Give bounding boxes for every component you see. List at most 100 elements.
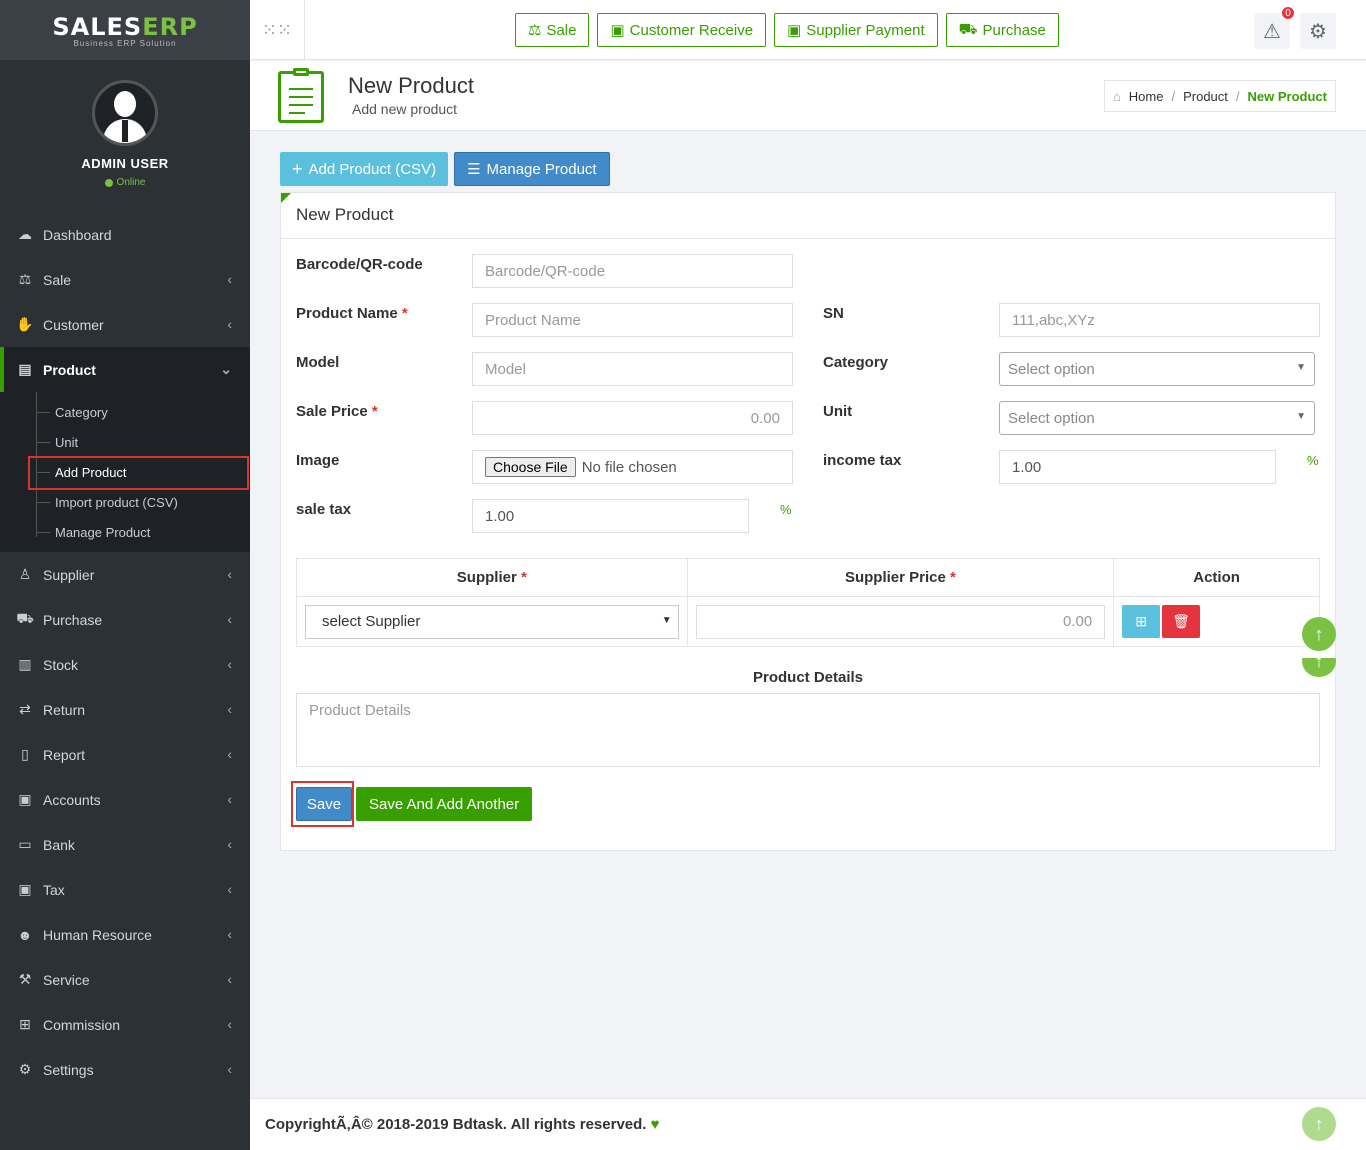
balance-scale-icon: ⚖ bbox=[18, 271, 32, 287]
manage-product-button[interactable]: ☰ Manage Product bbox=[454, 152, 610, 186]
sidebar-item-dashboard[interactable]: ☁ Dashboard bbox=[0, 212, 250, 257]
chevron-left-icon: ‹ bbox=[227, 566, 232, 582]
category-select[interactable]: Select option ▼ bbox=[999, 352, 1315, 386]
income-tax-label: income tax bbox=[823, 452, 902, 469]
supplier-select[interactable]: select Supplier ▼ bbox=[305, 604, 679, 639]
sidebar-item-stock[interactable]: ▥ Stock ‹ bbox=[0, 642, 250, 687]
list-icon: ☰ bbox=[467, 161, 481, 178]
chevron-left-icon: ‹ bbox=[227, 701, 232, 717]
sidebar-item-product[interactable]: ▤ Product ⌄ bbox=[0, 347, 250, 392]
clipboard-icon bbox=[278, 68, 324, 123]
save-and-add-another-button[interactable]: Save And Add Another bbox=[356, 787, 533, 821]
submenu-item-unit[interactable]: Unit bbox=[0, 427, 250, 457]
model-label: Model bbox=[296, 354, 340, 371]
sidebar-item-accounts[interactable]: ▣ Accounts ‹ bbox=[0, 777, 250, 822]
model-input[interactable]: Model bbox=[472, 352, 793, 386]
sale-price-input[interactable]: 0.00 bbox=[472, 401, 793, 435]
sidebar-item-commission[interactable]: ⊞ Commission ‹ bbox=[0, 1002, 250, 1047]
sidebar-item-report[interactable]: ▯ Report ‹ bbox=[0, 732, 250, 777]
sale-tax-percent: % bbox=[780, 502, 792, 517]
add-row-button[interactable]: ⊞ bbox=[1122, 605, 1161, 638]
breadcrumb-home[interactable]: Home bbox=[1129, 89, 1164, 104]
product-name-input[interactable]: Product Name bbox=[472, 303, 793, 337]
submenu-item-category[interactable]: Category bbox=[0, 397, 250, 427]
logo-tagline: Business ERP Solution bbox=[73, 38, 177, 48]
sidebar-item-supplier[interactable]: ♙ Supplier ‹ bbox=[0, 552, 250, 597]
unit-select[interactable]: Select option ▼ bbox=[999, 401, 1315, 435]
brand-logo[interactable]: SALESERP Business ERP Solution bbox=[0, 0, 250, 60]
action-header: Action bbox=[1113, 558, 1320, 597]
user-icon: ♙ bbox=[18, 566, 32, 582]
apps-grid-icon[interactable]: ⁙⁙ bbox=[250, 0, 305, 60]
cart-icon: ⛟ bbox=[16, 610, 34, 626]
submenu-item-manage-product[interactable]: Manage Product bbox=[0, 517, 250, 547]
chevron-left-icon: ‹ bbox=[227, 926, 232, 942]
chevron-left-icon: ‹ bbox=[227, 971, 232, 987]
barcode-input[interactable]: Barcode/QR-code bbox=[472, 254, 793, 288]
image-file-input[interactable]: Choose File No file chosen bbox=[472, 450, 793, 484]
supplier-price-input[interactable]: 0.00 bbox=[695, 604, 1106, 639]
heart-icon: ♥ bbox=[650, 1116, 660, 1133]
gear-icon: ⚙ bbox=[1309, 20, 1327, 43]
notification-button[interactable]: ⚠ 0 bbox=[1254, 5, 1296, 49]
sidebar-item-purchase[interactable]: ⛟ Purchase ‹ bbox=[0, 597, 250, 642]
breadcrumb: ⌂ Home / Product / New Product bbox=[1103, 80, 1336, 112]
sidebar-item-sale[interactable]: ⚖ Sale ‹ bbox=[0, 257, 250, 302]
submenu-item-import-csv[interactable]: Import product (CSV) bbox=[0, 487, 250, 517]
product-name-label: Product Name * bbox=[296, 305, 408, 322]
sale-tax-input[interactable]: 1.00 bbox=[472, 499, 749, 533]
warning-icon: ⚠ bbox=[1263, 20, 1281, 43]
sidebar-item-human-resource[interactable]: ☻ Human Resource ‹ bbox=[0, 912, 250, 957]
sale-tax-label: sale tax bbox=[296, 501, 352, 518]
copyright-text: CopyrightÃ‚Â© 2018-2019 Bdtask. All righ… bbox=[265, 1116, 647, 1133]
settings-button[interactable]: ⚙ bbox=[1300, 13, 1336, 49]
new-product-panel: New Product Barcode/QR-code Barcode/QR-c… bbox=[280, 192, 1336, 851]
back-to-top-icon[interactable]: ↑ bbox=[1302, 1107, 1336, 1141]
sidebar-item-return[interactable]: ⇄ Return ‹ bbox=[0, 687, 250, 732]
supplier-payment-button[interactable]: ▣ Supplier Payment bbox=[774, 13, 938, 47]
shopping-bag-icon: ▤ bbox=[18, 361, 32, 377]
user-status: Online bbox=[104, 177, 145, 188]
book-icon: ▯ bbox=[21, 746, 29, 762]
balance-scale-icon: ⚖ bbox=[528, 22, 542, 39]
breadcrumb-current: New Product bbox=[1247, 88, 1327, 104]
plus-square-icon: ⊞ bbox=[1135, 613, 1148, 629]
sidebar-item-bank[interactable]: ▭ Bank ‹ bbox=[0, 822, 250, 867]
chevron-left-icon: ‹ bbox=[227, 836, 232, 852]
quick-purchase-button[interactable]: ⛟ Purchase bbox=[945, 13, 1059, 47]
product-details-textarea[interactable]: Product Details bbox=[296, 693, 1320, 767]
plus-icon: + bbox=[292, 158, 303, 179]
quick-actions: ⚖ Sale ▣ Customer Receive ▣ Supplier Paymen… bbox=[515, 13, 1059, 47]
sn-input[interactable]: 111,abc,XYz bbox=[999, 303, 1320, 337]
add-product-csv-button[interactable]: + Add Product (CSV) bbox=[280, 152, 449, 186]
supplier-price-header: Supplier Price * bbox=[686, 558, 1115, 597]
image-label: Image bbox=[296, 452, 340, 469]
save-highlight bbox=[291, 781, 354, 827]
money-icon: ▣ bbox=[787, 22, 802, 39]
sidebar-item-service[interactable]: ⚒ Service ‹ bbox=[0, 957, 250, 1002]
income-tax-input[interactable]: 1.00 bbox=[999, 450, 1276, 484]
home-icon: ⌂ bbox=[1112, 88, 1121, 104]
file-status: No file chosen bbox=[581, 458, 677, 476]
sidebar-item-tax[interactable]: ▣ Tax ‹ bbox=[0, 867, 250, 912]
briefcase-icon: ▭ bbox=[18, 836, 32, 852]
chevron-left-icon: ‹ bbox=[227, 746, 232, 762]
sidebar: SALESERP Business ERP Solution ADMIN USE… bbox=[0, 0, 250, 1150]
chevron-left-icon: ‹ bbox=[227, 1016, 232, 1032]
category-label: Category bbox=[823, 354, 889, 371]
chevron-left-icon: ‹ bbox=[227, 271, 232, 287]
retweet-icon: ⇄ bbox=[19, 701, 31, 717]
sidebar-item-settings[interactable]: ⚙ Settings ‹ bbox=[0, 1047, 250, 1092]
customer-receive-button[interactable]: ▣ Customer Receive bbox=[597, 13, 767, 47]
sidebar-item-customer[interactable]: ✋ Customer ‹ bbox=[0, 302, 250, 347]
quick-sale-button[interactable]: ⚖ Sale bbox=[515, 13, 590, 47]
page-title: New Product bbox=[348, 73, 474, 98]
choose-file-button[interactable]: Choose File bbox=[485, 457, 576, 477]
breadcrumb-product[interactable]: Product bbox=[1183, 89, 1228, 104]
scroll-up-icon[interactable]: ↑ bbox=[1302, 617, 1336, 651]
logo-text: SALESERP bbox=[52, 12, 198, 41]
delete-row-button[interactable]: 🗑 bbox=[1162, 605, 1201, 638]
sale-price-label: Sale Price * bbox=[296, 403, 378, 420]
chevron-left-icon: ‹ bbox=[227, 1061, 232, 1077]
caret-down-icon: ▼ bbox=[1296, 362, 1306, 373]
